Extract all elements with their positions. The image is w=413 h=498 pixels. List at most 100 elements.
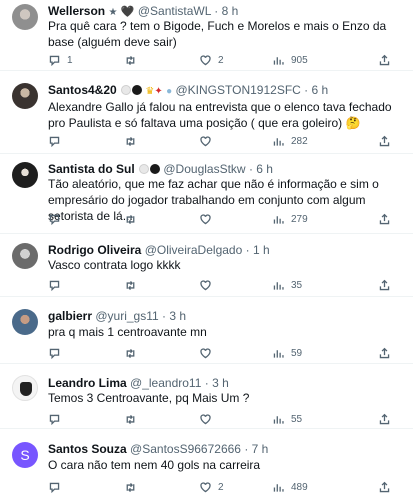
views-button[interactable]: 489 [272,480,308,494]
like-button[interactable] [199,212,212,226]
handle[interactable]: @yuri_gs11 [95,309,158,323]
views-button[interactable]: 55 [272,412,302,426]
tweet[interactable]: Leandro Lima @_leandro11 · 3 h Temos 3 C… [0,364,413,429]
display-name[interactable]: Santos Souza [48,442,127,456]
share-icon [379,213,390,224]
tweet-text: Temos 3 Centroavante, pq Mais Um ? [48,391,250,405]
avatar[interactable] [12,83,38,109]
views-icon [273,415,284,424]
display-name[interactable]: Rodrigo Oliveira [48,243,141,257]
reply-button[interactable] [48,412,61,426]
views-icon [273,215,284,224]
display-name[interactable]: Santista do Sul [48,162,135,176]
tweet[interactable]: S Santos Souza @SantosS96672666 · 7 h O … [0,429,413,498]
avatar[interactable] [12,4,38,30]
tweet-header: Leandro Lima @_leandro11 · 3 h [48,376,229,390]
tweet-header: Santos4&20 ♛✦ ● @KINGSTON1912SFC · 6 h [48,83,328,99]
tweet-actions: 279 [48,212,391,226]
views-count: 55 [291,413,303,425]
black-circle-icon [150,164,161,174]
views-button[interactable]: 905 [272,53,308,67]
share-icon [379,54,390,65]
share-icon [379,279,390,290]
tweet-header: Santista do Sul @DouglasStkw · 6 h [48,162,273,176]
tweet-text: Vasco contrata logo kkkk [48,258,181,272]
retweet-icon [126,214,135,224]
display-name[interactable]: Wellerson [48,4,105,18]
display-name[interactable]: galbierr [48,309,92,323]
views-button[interactable]: 279 [272,212,308,226]
tweet-header: Rodrigo Oliveira @OliveiraDelgado · 1 h [48,243,270,257]
avatar[interactable] [12,309,38,335]
like-count: 2 [218,54,224,66]
avatar[interactable] [12,243,38,269]
timestamp[interactable]: 1 h [253,243,270,257]
share-button[interactable] [378,412,391,426]
heart-icon [200,279,211,290]
display-name[interactable]: Santos4&20 [48,83,117,97]
retweet-button[interactable] [124,278,137,292]
tweet[interactable]: Wellerson ★ 🖤 @SantistaWL · 8 h Pra quê … [0,0,413,71]
share-button[interactable] [378,480,391,494]
reply-button[interactable] [48,278,61,292]
heart-icon [200,347,211,358]
retweet-button[interactable] [124,480,137,494]
share-button[interactable] [378,346,391,360]
timestamp[interactable]: 8 h [222,4,239,18]
reply-button[interactable] [48,212,61,226]
maple-leaf-icon: ✦ [154,86,163,97]
tweet-actions: 35 [48,278,391,292]
tweet[interactable]: galbierr @yuri_gs11 · 3 h pra q mais 1 c… [0,297,413,364]
like-button[interactable]: 2 [199,480,224,494]
tweet-text: O cara não tem nem 40 gols na carreira [48,458,261,472]
tweet-text: Pra quê cara ? tem o Bigode, Fuch e More… [48,19,387,49]
handle[interactable]: @OliveiraDelgado [145,243,243,257]
like-button[interactable] [199,412,212,426]
like-button[interactable]: 2 [199,53,224,67]
handle[interactable]: @DouglasStkw [163,162,245,176]
reply-button[interactable]: 1 [48,53,73,67]
views-icon [273,281,284,290]
reply-button[interactable] [48,346,61,360]
timestamp[interactable]: 6 h [312,83,329,97]
tweet[interactable]: Santista do Sul @DouglasStkw · 6 h Tão a… [0,154,413,234]
display-name[interactable]: Leandro Lima [48,376,127,390]
like-button[interactable] [199,278,212,292]
views-button[interactable]: 59 [272,346,302,360]
reply-button[interactable] [48,134,61,148]
timestamp[interactable]: 3 h [212,376,229,390]
views-button[interactable]: 35 [272,278,302,292]
handle[interactable]: @KINGSTON1912SFC [175,83,300,97]
handle[interactable]: @SantistaWL [138,4,211,18]
retweet-icon [126,348,135,358]
timestamp[interactable]: 6 h [256,162,273,176]
reply-icon [49,414,60,425]
share-button[interactable] [378,278,391,292]
share-icon [379,347,390,358]
like-button[interactable] [199,346,212,360]
share-button[interactable] [378,134,391,148]
retweet-button[interactable] [124,212,137,226]
share-button[interactable] [378,53,391,67]
timestamp[interactable]: 3 h [169,309,186,323]
retweet-button[interactable] [124,412,137,426]
tweet-actions: 1 2 905 [48,53,391,67]
reply-button[interactable] [48,480,61,494]
tweet[interactable]: Rodrigo Oliveira @OliveiraDelgado · 1 h … [0,234,413,297]
avatar[interactable] [12,375,38,401]
views-button[interactable]: 282 [272,134,308,148]
tweet-actions: 2 489 [48,480,391,494]
like-button[interactable] [199,134,212,148]
reply-icon [49,280,60,291]
timestamp[interactable]: 7 h [252,442,269,456]
tweet[interactable]: Santos4&20 ♛✦ ● @KINGSTON1912SFC · 6 h A… [0,71,413,154]
handle[interactable]: @SantosS96672666 [130,442,241,456]
handle[interactable]: @_leandro11 [130,376,201,390]
retweet-button[interactable] [124,53,143,67]
retweet-button[interactable] [124,346,137,360]
views-icon [273,349,284,358]
avatar[interactable]: S [12,442,38,468]
avatar[interactable] [12,162,38,188]
share-button[interactable] [378,212,391,226]
retweet-button[interactable] [124,134,137,148]
